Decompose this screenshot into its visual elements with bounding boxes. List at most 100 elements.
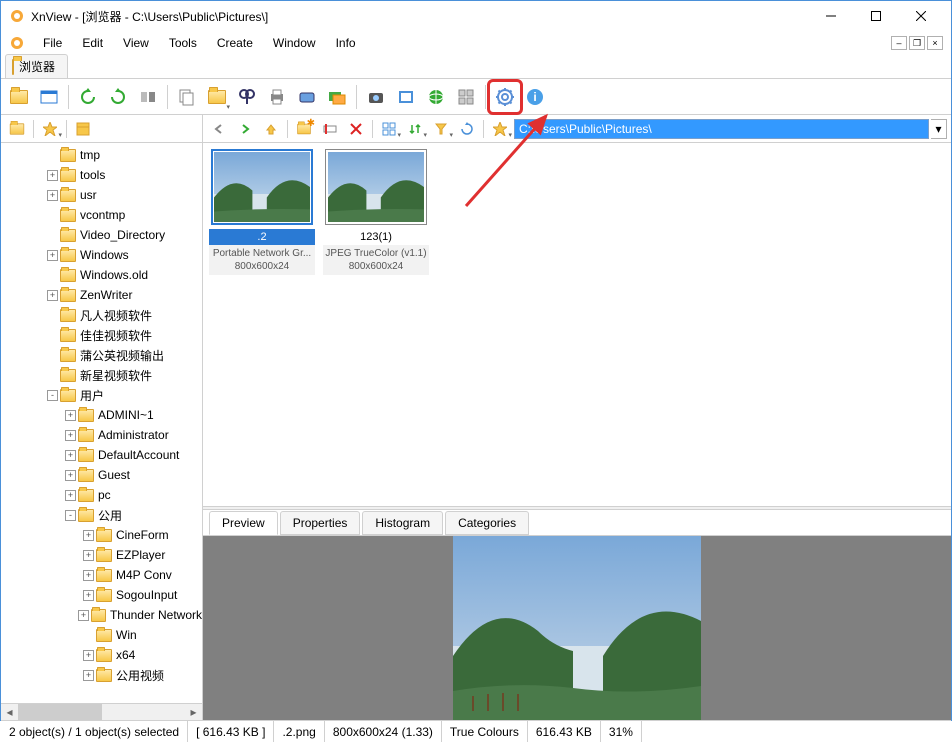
tree-hscrollbar[interactable]: ◂▸ <box>1 703 202 720</box>
tree-node[interactable]: +M4P Conv <box>1 565 202 585</box>
grid-button[interactable] <box>452 83 480 111</box>
expand-icon[interactable]: + <box>47 250 58 261</box>
tree-node[interactable]: 蒲公英视频输出 <box>1 345 202 365</box>
menu-tools[interactable]: Tools <box>159 33 207 53</box>
categories-button[interactable] <box>71 118 95 140</box>
expand-icon[interactable]: + <box>47 170 58 181</box>
convert-button[interactable] <box>392 83 420 111</box>
view-mode-button[interactable] <box>377 118 401 140</box>
expand-icon[interactable]: + <box>83 590 94 601</box>
menu-file[interactable]: File <box>33 33 72 53</box>
info-button[interactable]: i <box>521 83 549 111</box>
print-button[interactable] <box>263 83 291 111</box>
rotate-left-button[interactable] <box>74 83 102 111</box>
rotate-right-button[interactable] <box>104 83 132 111</box>
menu-create[interactable]: Create <box>207 33 263 53</box>
new-folder-button[interactable]: ✱ <box>292 118 316 140</box>
copy-button[interactable] <box>173 83 201 111</box>
tree-node[interactable]: +Windows <box>1 245 202 265</box>
expand-icon[interactable]: + <box>65 490 76 501</box>
mdi-close-button[interactable]: × <box>927 36 943 50</box>
tree-node[interactable]: +ZenWriter <box>1 285 202 305</box>
expand-icon[interactable]: + <box>65 410 76 421</box>
tree-node[interactable]: tmp <box>1 145 202 165</box>
tree-node[interactable]: +x64 <box>1 645 202 665</box>
tree-node[interactable]: +usr <box>1 185 202 205</box>
tree-node[interactable]: +Guest <box>1 465 202 485</box>
flip-button[interactable] <box>134 83 162 111</box>
delete-button[interactable] <box>344 118 368 140</box>
path-input[interactable] <box>514 119 929 139</box>
thumbnail-card[interactable]: .2 Portable Network Gr...800x600x24 <box>209 149 315 275</box>
tab-categories[interactable]: Categories <box>445 511 529 535</box>
open-button[interactable] <box>5 83 33 111</box>
expand-icon[interactable]: + <box>78 610 88 621</box>
sort-button[interactable] <box>403 118 427 140</box>
menu-edit[interactable]: Edit <box>72 33 113 53</box>
tree-node[interactable]: +tools <box>1 165 202 185</box>
thumbnail-card[interactable]: 123(1) JPEG TrueColor (v1.1)800x600x24 <box>323 149 429 275</box>
fullscreen-button[interactable] <box>35 83 63 111</box>
folder-dropdown-button[interactable] <box>203 83 231 111</box>
menu-window[interactable]: Window <box>263 33 326 53</box>
expand-icon[interactable]: + <box>83 530 94 541</box>
slideshow-button[interactable] <box>323 83 351 111</box>
tree-node[interactable]: +ADMINI~1 <box>1 405 202 425</box>
tree-node[interactable]: 凡人视频软件 <box>1 305 202 325</box>
tree-node[interactable]: Windows.old <box>1 265 202 285</box>
expand-icon[interactable]: + <box>47 190 58 201</box>
search-button[interactable] <box>233 83 261 111</box>
add-favorite-button[interactable] <box>488 118 512 140</box>
maximize-button[interactable] <box>853 2 898 30</box>
tab-browser[interactable]: 浏览器 <box>5 54 68 78</box>
tree-node[interactable]: vcontmp <box>1 205 202 225</box>
show-folders-button[interactable] <box>5 118 29 140</box>
expand-icon[interactable]: + <box>83 550 94 561</box>
close-button[interactable] <box>898 2 943 30</box>
tree-node[interactable]: -公用 <box>1 505 202 525</box>
menu-view[interactable]: View <box>113 33 159 53</box>
nav-forward-button[interactable] <box>233 118 257 140</box>
tree-node[interactable]: 新星视频软件 <box>1 365 202 385</box>
expand-icon[interactable]: + <box>83 670 94 681</box>
tree-node[interactable]: +SogouInput <box>1 585 202 605</box>
thumbnail-pane[interactable]: .2 Portable Network Gr...800x600x24 123(… <box>203 143 951 506</box>
tree-node[interactable]: +pc <box>1 485 202 505</box>
expand-icon[interactable]: + <box>65 430 76 441</box>
filter-button[interactable] <box>429 118 453 140</box>
web-button[interactable] <box>422 83 450 111</box>
tree-node[interactable]: +Thunder Network <box>1 605 202 625</box>
expand-icon[interactable]: + <box>65 470 76 481</box>
mdi-restore-button[interactable]: ❐ <box>909 36 925 50</box>
tab-histogram[interactable]: Histogram <box>362 511 443 535</box>
tree-node[interactable]: +DefaultAccount <box>1 445 202 465</box>
tree-node[interactable]: +Administrator <box>1 425 202 445</box>
tree-node[interactable]: Win <box>1 625 202 645</box>
tree-node[interactable]: 佳佳视频软件 <box>1 325 202 345</box>
tab-preview[interactable]: Preview <box>209 511 278 535</box>
nav-up-button[interactable] <box>259 118 283 140</box>
scan-button[interactable] <box>293 83 321 111</box>
expand-icon[interactable]: + <box>65 450 76 461</box>
expand-icon[interactable]: + <box>83 570 94 581</box>
tab-properties[interactable]: Properties <box>280 511 361 535</box>
nav-back-button[interactable] <box>207 118 231 140</box>
tree-node[interactable]: +EZPlayer <box>1 545 202 565</box>
rename-button[interactable] <box>318 118 342 140</box>
mdi-minimize-button[interactable]: – <box>891 36 907 50</box>
capture-button[interactable] <box>362 83 390 111</box>
tree-node[interactable]: +CineForm <box>1 525 202 545</box>
tree-node[interactable]: Video_Directory <box>1 225 202 245</box>
expand-icon[interactable]: + <box>83 650 94 661</box>
menu-info[interactable]: Info <box>326 33 366 53</box>
minimize-button[interactable] <box>808 2 853 30</box>
expand-icon[interactable]: + <box>47 290 58 301</box>
favorites-button[interactable] <box>38 118 62 140</box>
folder-tree[interactable]: tmp+tools+usrvcontmpVideo_Directory+Wind… <box>1 143 203 720</box>
settings-button[interactable] <box>491 83 519 111</box>
tree-node[interactable]: -用户 <box>1 385 202 405</box>
refresh-button[interactable] <box>455 118 479 140</box>
collapse-icon[interactable]: - <box>65 510 76 521</box>
path-dropdown-button[interactable]: ▾ <box>931 119 947 139</box>
tree-node[interactable]: +公用视频 <box>1 665 202 685</box>
